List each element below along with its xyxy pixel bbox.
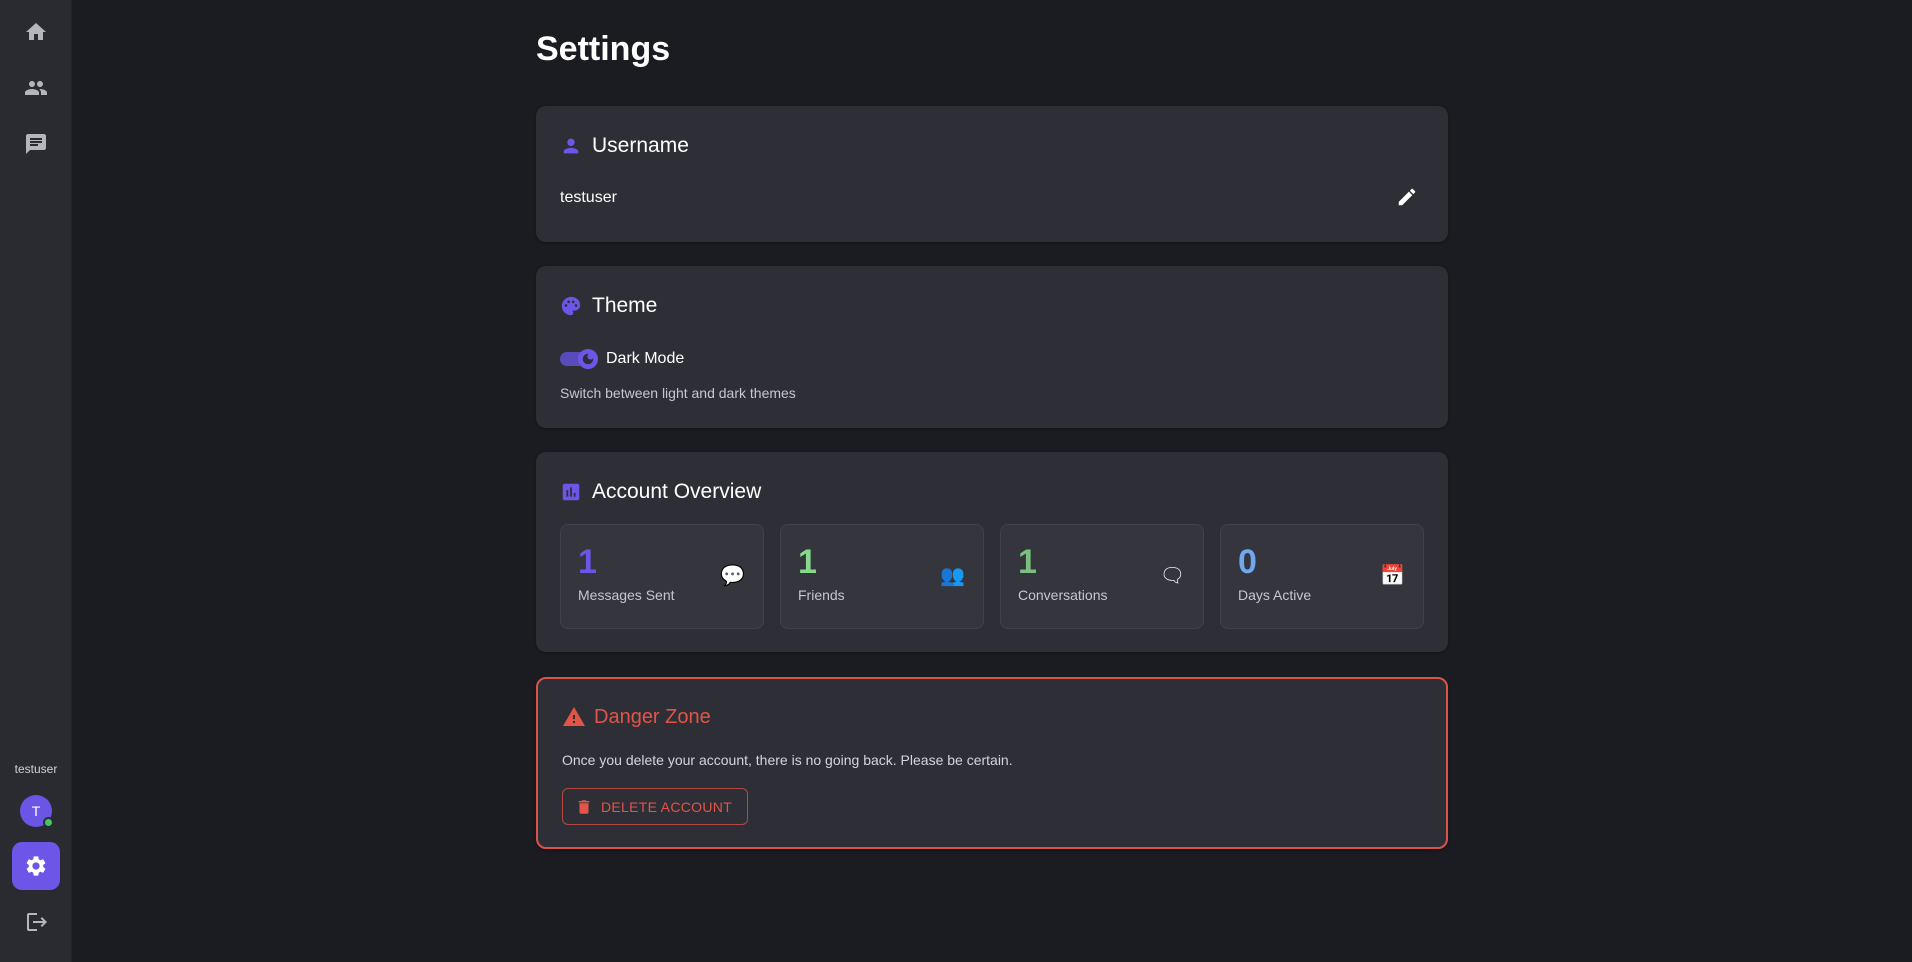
person-icon — [563, 138, 579, 154]
username-card: Username testuser — [536, 106, 1448, 242]
logout-icon — [27, 913, 47, 931]
overview-card-header: Account Overview — [560, 480, 761, 504]
people-emoji-icon: 👥 — [940, 565, 965, 587]
moon-icon — [582, 353, 594, 365]
logout-button[interactable] — [12, 898, 60, 946]
stat-label: Messages Sent — [578, 587, 675, 603]
stat-label: Days Active — [1238, 587, 1312, 603]
theme-description: Switch between light and dark themes — [560, 385, 796, 401]
warning-icon — [563, 707, 585, 726]
people-icon — [25, 81, 47, 95]
dark-mode-row: Dark Mode — [560, 348, 684, 370]
stat-label: Friends — [798, 587, 845, 603]
gear-icon — [26, 856, 46, 876]
stat-label: Conversations — [1018, 587, 1108, 603]
account-overview-card: Account Overview 1 Messages Sent 💬 1 Fri… — [536, 452, 1448, 652]
stat-friends: 1 Friends 👥 — [780, 524, 984, 629]
stat-value: 1 — [578, 543, 597, 581]
dark-mode-toggle[interactable] — [560, 348, 598, 370]
overview-card-title: Account Overview — [592, 480, 762, 503]
chat-bubble-icon: 🗨 — [1159, 565, 1185, 587]
stats-grid: 1 Messages Sent 💬 1 Friends 👥 1 Conversa… — [560, 524, 1424, 629]
stat-value: 1 — [1018, 543, 1037, 581]
palette-icon — [561, 296, 581, 316]
stat-value: 0 — [1238, 543, 1257, 581]
speech-bubble-icon: 💬 — [720, 565, 745, 587]
username-card-header: Username — [560, 134, 689, 158]
toggle-thumb — [578, 349, 598, 369]
stat-days-active: 0 Days Active 📅 — [1220, 524, 1424, 629]
nav-home-button[interactable] — [12, 8, 60, 56]
danger-zone-header: Danger Zone — [562, 705, 711, 729]
sidebar-username: testuser — [14, 762, 58, 776]
bar-chart-icon — [562, 483, 580, 501]
danger-zone-description: Once you delete your account, there is n… — [562, 752, 1013, 768]
trash-icon — [578, 799, 590, 814]
dark-mode-label: Dark Mode — [606, 350, 685, 367]
theme-card-title: Theme — [592, 294, 658, 317]
nav-settings-button[interactable] — [12, 842, 60, 890]
stat-value: 1 — [798, 543, 817, 581]
nav-friends-button[interactable] — [12, 64, 60, 112]
chat-icon — [26, 134, 46, 154]
delete-account-label: DELETE ACCOUNT — [601, 798, 732, 815]
stat-messages-sent: 1 Messages Sent 💬 — [560, 524, 764, 629]
sidebar: testuser T — [0, 0, 72, 962]
theme-card-header: Theme — [560, 294, 657, 318]
theme-card: Theme Dark Mode Switch between light and… — [536, 266, 1448, 428]
pencil-icon — [1398, 188, 1416, 206]
avatar[interactable]: T — [20, 795, 54, 828]
edit-username-button[interactable] — [1388, 178, 1426, 216]
delete-account-button[interactable]: DELETE ACCOUNT — [562, 788, 748, 825]
calendar-icon: 📅 — [1380, 565, 1405, 587]
username-value: testuser — [560, 189, 617, 206]
avatar-initial: T — [31, 803, 41, 819]
username-card-title: Username — [592, 134, 689, 157]
home-icon — [26, 23, 46, 40]
page-title: Settings — [536, 30, 671, 68]
online-status-dot — [43, 817, 54, 828]
danger-zone-card: Danger Zone Once you delete your account… — [536, 677, 1448, 849]
stat-conversations: 1 Conversations 🗨 — [1000, 524, 1204, 629]
danger-zone-title: Danger Zone — [594, 705, 711, 728]
nav-messages-button[interactable] — [12, 120, 60, 168]
